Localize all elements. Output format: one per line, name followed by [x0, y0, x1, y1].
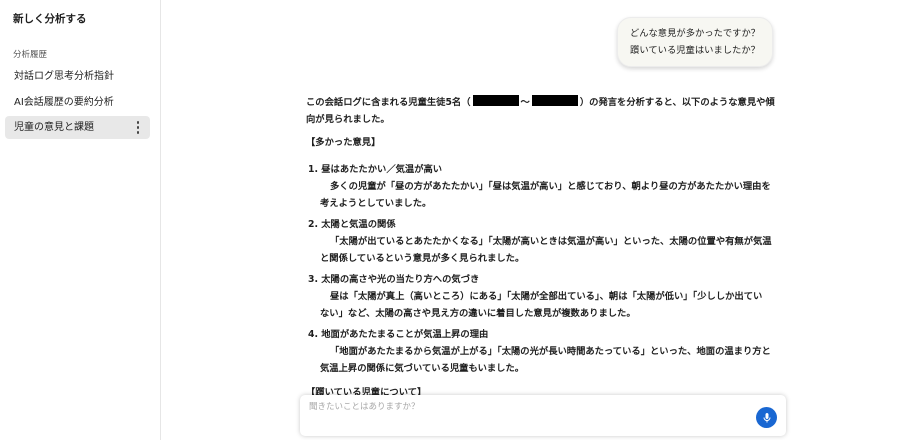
redacted-name — [472, 95, 519, 106]
opinion-list: 1. 昼はあたたかい／気温が高い 多くの児童が「昼の方があたたかい」「昼は気温が… — [306, 161, 781, 377]
chat-input-container — [300, 395, 786, 436]
assistant-response: この会話ログに含まれる児童生徒5名（～）の発言を分析すると、以下のような意見や傾… — [306, 94, 781, 381]
list-item: 1. 昼はあたたかい／気温が高い 多くの児童が「昼の方があたたかい」「昼は気温が… — [306, 161, 781, 212]
list-item-title: 2. 太陽と気温の関係 — [308, 219, 396, 230]
list-item-title: 3. 太陽の高さや光の当たり方への気づき — [308, 274, 480, 285]
list-item: 2. 太陽と気温の関係 「太陽が出ているとあたたかくなる」「太陽が高いときは気温… — [306, 216, 781, 267]
sidebar-item-dialog-log-guideline[interactable]: 対話ログ思考分析指針 — [5, 65, 150, 88]
intro-line: 向が見られました。 — [306, 114, 390, 125]
list-item: 3. 太陽の高さや光の当たり方への気づき 昼は「太陽が真上（高いところ）にある」… — [306, 271, 781, 322]
user-message-line: 躓いている児童はいましたか？ — [630, 45, 760, 56]
list-item-body: 多くの児童が「昼の方があたたかい」「昼は気温が高い」と感じており、朝より昼の方が… — [320, 181, 771, 209]
chat-input[interactable] — [309, 399, 739, 415]
list-item-body: 「太陽が出ているとあたたかくなる」「太陽が高いときは気温が高い」といった、太陽の… — [320, 236, 772, 264]
sidebar-item-label: 児童の意見と課題 — [14, 122, 94, 133]
list-item-title: 1. 昼はあたたかい／気温が高い — [308, 164, 443, 175]
section-heading: 【多かった意見】 — [306, 137, 381, 148]
sidebar: 新しく分析する 分析履歴 対話ログ思考分析指針 AI会話履歴の要約分析 児童の意… — [0, 0, 161, 440]
list-item-title: 4. 地面があたたまることが気温上昇の理由 — [308, 329, 489, 340]
response-intro: この会話ログに含まれる児童生徒5名（～）の発言を分析すると、以下のような意見や傾… — [306, 94, 781, 128]
sidebar-item-ai-history-summary[interactable]: AI会話履歴の要約分析 — [5, 91, 150, 114]
list-item-body: 昼は「太陽が真上（高いところ）にある」「太陽が全部出ている」、朝は「太陽が低い」… — [320, 291, 763, 319]
microphone-button[interactable] — [756, 407, 777, 428]
history-section-label: 分析履歴 — [13, 50, 48, 60]
sidebar-item-label: AI会話履歴の要約分析 — [14, 97, 114, 108]
redacted-name — [531, 95, 578, 106]
user-message-line: どんな意見が多かったですか？ — [629, 28, 761, 39]
user-message-bubble: どんな意見が多かったですか？ 躓いている児童はいましたか？ — [617, 17, 773, 67]
new-analysis-button[interactable]: 新しく分析する — [13, 11, 87, 26]
intro-line: この会話ログに含まれる児童生徒5名（～）の発言を分析すると、以下のような意見や傾 — [306, 95, 775, 108]
microphone-icon — [763, 412, 770, 422]
sidebar-item-student-opinions[interactable]: 児童の意見と課題 — [5, 116, 150, 139]
list-item: 4. 地面があたたまることが気温上昇の理由 「地面があたたまるから気温が上がる」… — [306, 326, 781, 377]
more-options-icon[interactable] — [134, 121, 142, 134]
list-item-body: 「地面があたたまるから気温が上がる」「太陽の光が長い時間あたっている」といった、… — [320, 346, 771, 374]
sidebar-item-label: 対話ログ思考分析指針 — [14, 71, 114, 82]
